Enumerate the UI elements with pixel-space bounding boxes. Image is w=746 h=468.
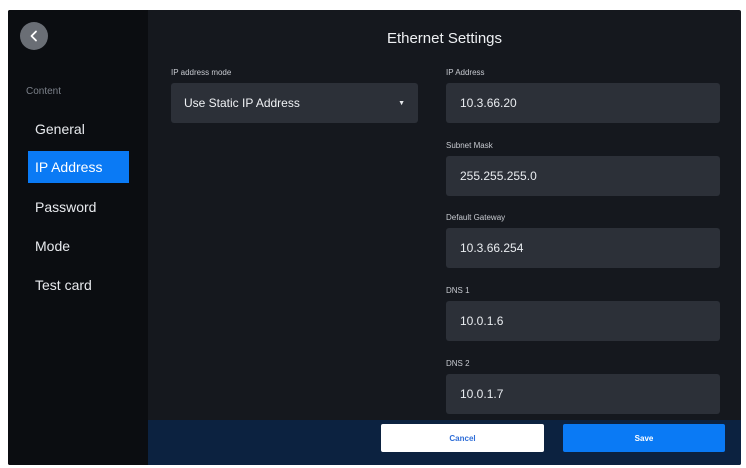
sidebar-section-label: Content [26,86,62,97]
chevron-left-icon [30,30,37,42]
dns2-field[interactable]: 10.0.1.7 [446,374,720,414]
ip-mode-select[interactable]: Use Static IP Address ▼ [171,83,418,123]
save-button[interactable]: Save [563,424,725,452]
default-gateway-label: Default Gateway [446,213,506,222]
ip-mode-value: Use Static IP Address [184,96,300,110]
sidebar: Content General IP Address Password Mode… [8,10,148,465]
settings-screen: Content General IP Address Password Mode… [8,10,741,465]
sidebar-item-test-card[interactable]: Test card [28,269,129,301]
sidebar-item-password[interactable]: Password [28,191,129,223]
sidebar-item-ip-address[interactable]: IP Address [28,151,129,183]
sidebar-item-mode[interactable]: Mode [28,230,129,262]
subnet-mask-label: Subnet Mask [446,141,493,150]
ip-mode-label: IP address mode [171,68,232,77]
sidebar-item-general[interactable]: General [28,113,129,145]
dns1-field[interactable]: 10.0.1.6 [446,301,720,341]
ip-address-label: IP Address [446,68,485,77]
dns2-label: DNS 2 [446,359,470,368]
dropdown-caret-icon: ▼ [398,99,405,107]
page-title: Ethernet Settings [386,30,503,47]
ip-address-field[interactable]: 10.3.66.20 [446,83,720,123]
cancel-button[interactable]: Cancel [381,424,544,452]
default-gateway-field[interactable]: 10.3.66.254 [446,228,720,268]
dns1-label: DNS 1 [446,286,470,295]
subnet-mask-field[interactable]: 255.255.255.0 [446,156,720,196]
back-button[interactable] [20,22,48,50]
